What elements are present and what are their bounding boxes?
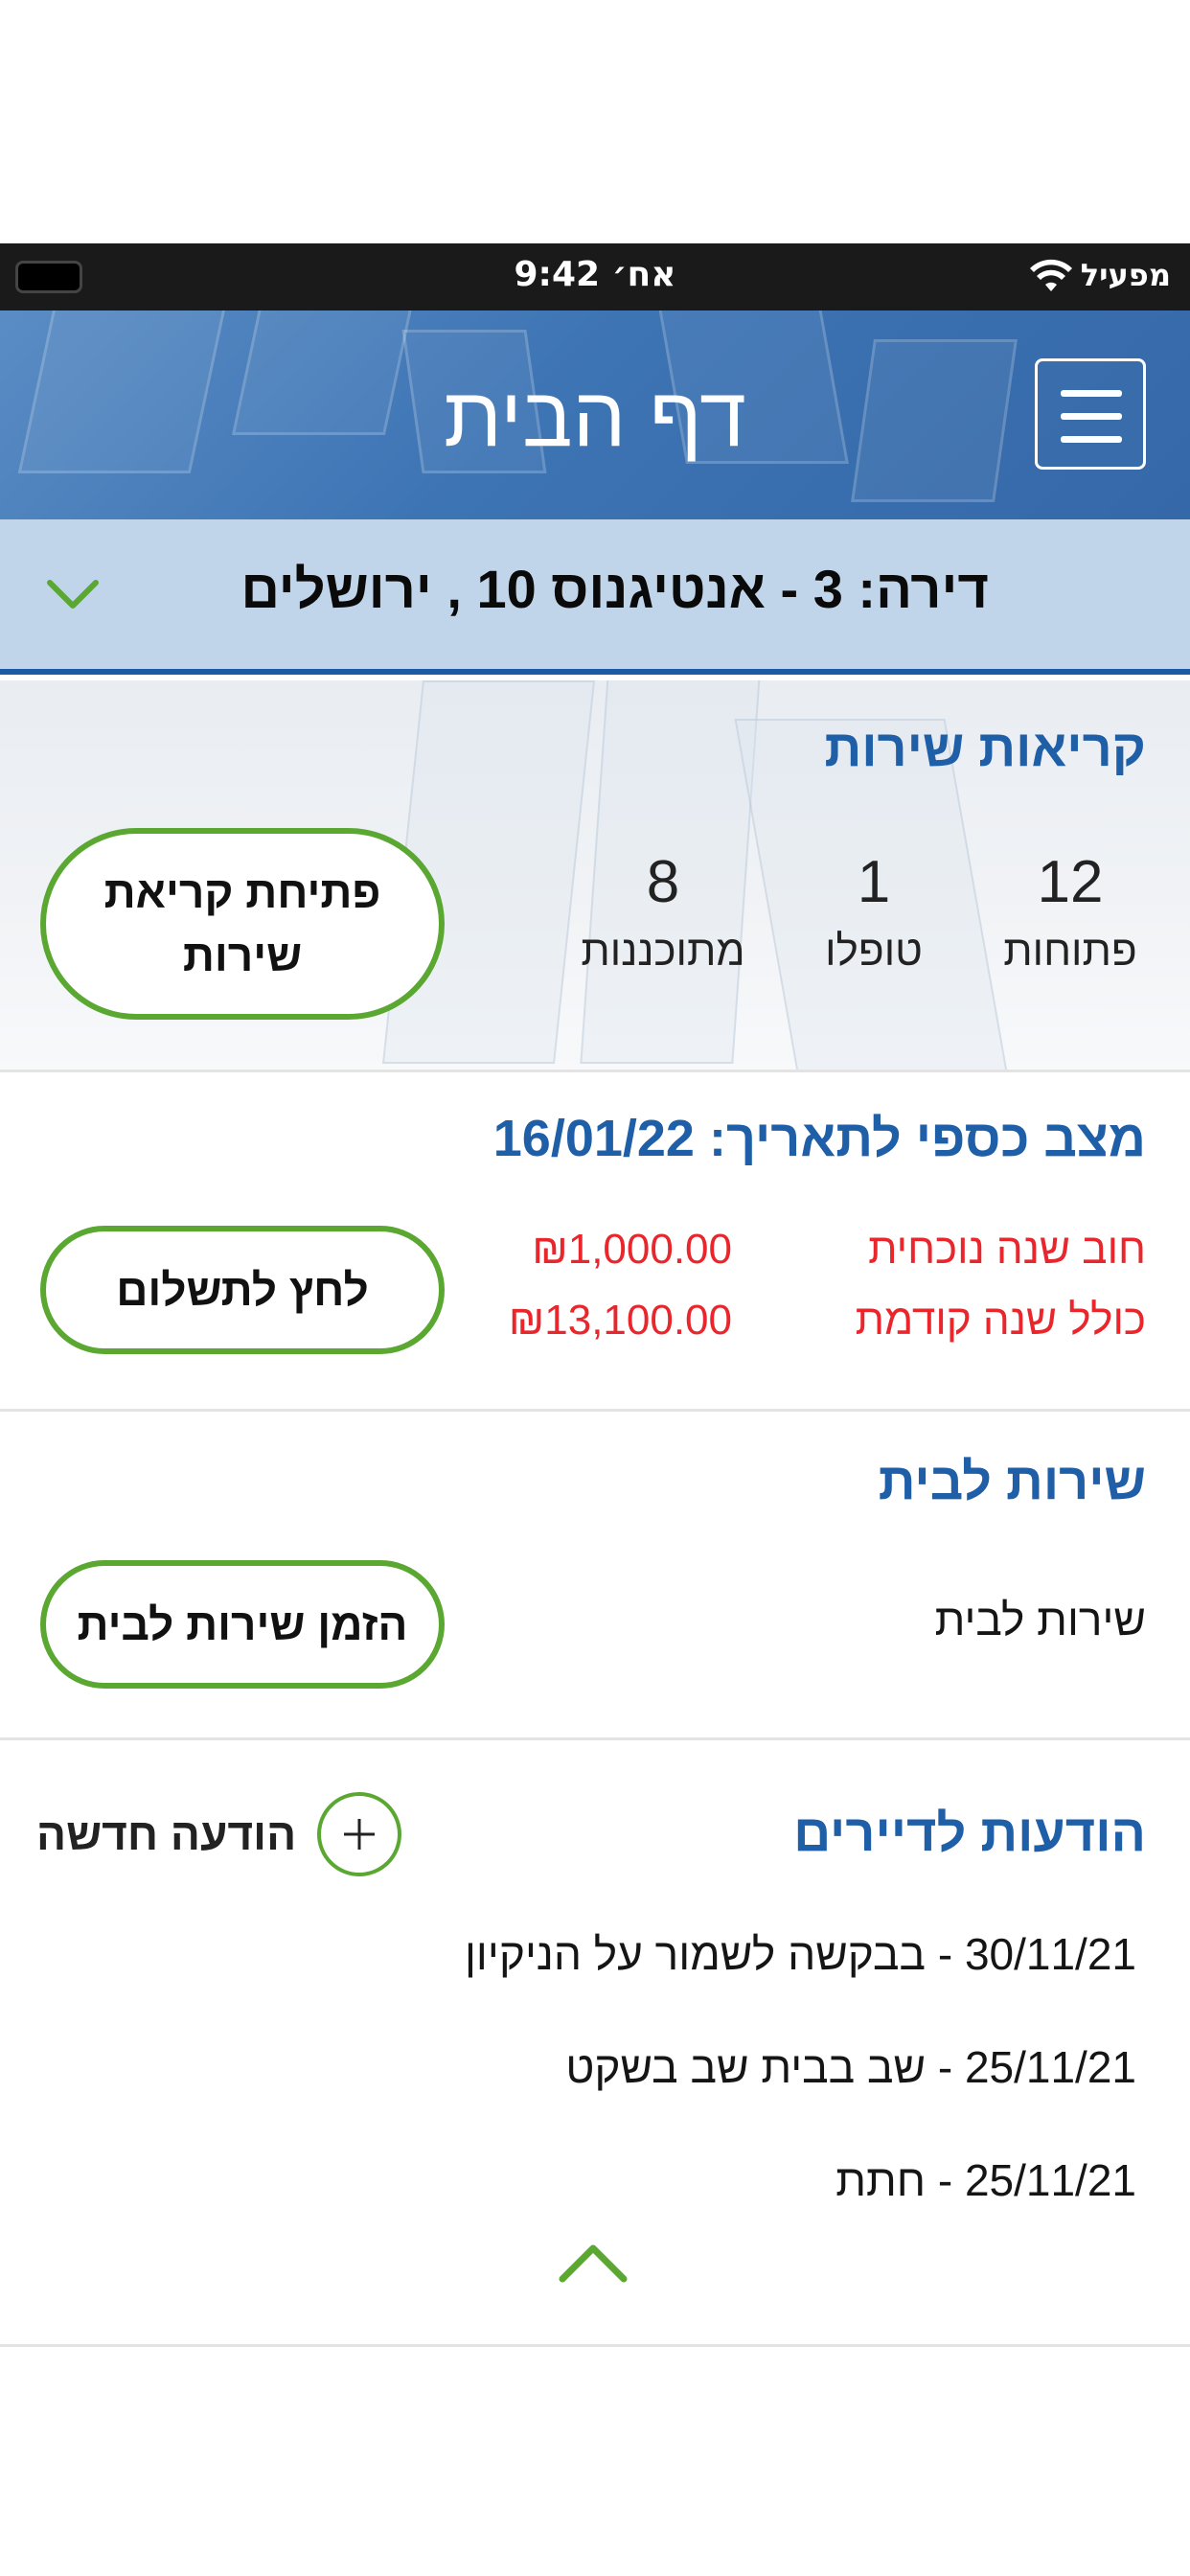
stat-planned-value: 8	[646, 849, 680, 915]
home-service-text: שירות לבית	[934, 1595, 1146, 1644]
status-bar: מפעיל 9:42 אח׳	[0, 243, 1190, 310]
messages-section: הודעות לדיירים הודעה חדשה 30/11/21 - בבק…	[0, 1740, 1190, 2344]
new-message-button[interactable]: הודעה חדשה	[36, 1788, 403, 1880]
hamburger-menu-icon-bar	[1061, 436, 1122, 443]
apartment-selector[interactable]: דירה: 3 - אנטיגנוס 10 , ירושלים	[0, 519, 1190, 675]
hamburger-menu-icon	[1061, 390, 1122, 397]
home-service-section: שירות לבית שירות לבית הזמן שירות לבית	[0, 1412, 1190, 1737]
order-home-service-label: הזמן שירות לבית	[77, 1599, 408, 1649]
message-item[interactable]: 25/11/21 - חתת	[835, 2154, 1136, 2206]
order-home-service-button[interactable]: הזמן שירות לבית	[40, 1560, 445, 1689]
hamburger-menu-button[interactable]	[1035, 358, 1146, 470]
message-item[interactable]: 30/11/21 - בבקשה לשמור על הניקיון	[465, 1928, 1136, 1980]
message-item[interactable]: 25/11/21 - שב בבית שב בשקט	[565, 2041, 1136, 2093]
app-header: דף הבית	[0, 310, 1190, 519]
stat-planned-label: מתוכננות	[581, 928, 745, 975]
stat-handled-value: 1	[857, 849, 891, 915]
chevron-down-icon[interactable]	[46, 575, 100, 613]
battery-icon	[15, 261, 82, 293]
stat-planned: 8 מתוכננות	[558, 848, 768, 976]
open-service-call-button[interactable]: פתיחת קריאת שירות	[40, 828, 445, 1020]
hamburger-menu-icon-bar	[1061, 413, 1122, 420]
divider	[0, 2344, 1190, 2347]
finance-current-label: חוב שנה נוכחית	[868, 1226, 1146, 1273]
finance-previous-label: כולל שנה קודמת	[855, 1297, 1146, 1344]
page-title: דף הבית	[444, 369, 746, 464]
pay-button-label: לחץ לתשלום	[116, 1265, 369, 1315]
plus-circle-icon	[317, 1792, 402, 1876]
finance-section: מצב כספי לתאריך: 16/01/22 חוב שנה נוכחית…	[0, 1072, 1190, 1408]
finance-current-amount: ₪1,000.00	[532, 1226, 732, 1273]
status-time: 9:42 אח׳	[514, 255, 676, 294]
chevron-up-icon[interactable]	[559, 2241, 628, 2283]
pay-button[interactable]: לחץ לתשלום	[40, 1226, 445, 1354]
stat-open: 12 פתוחות	[965, 848, 1176, 976]
service-calls-title: קריאות שירות	[824, 720, 1146, 777]
apartment-label: דירה: 3 - אנטיגנוס 10 , ירושלים	[240, 559, 989, 619]
stat-open-label: פתוחות	[1003, 928, 1137, 975]
finance-previous-amount: ₪13,100.00	[508, 1297, 732, 1344]
open-service-call-line2: שירות	[182, 931, 303, 980]
new-message-label: הודעה חדשה	[36, 1809, 297, 1859]
open-service-call-line1: פתיחת קריאת	[103, 867, 381, 917]
finance-title: מצב כספי לתאריך: 16/01/22	[492, 1110, 1146, 1167]
messages-title: הודעות לדיירים	[793, 1805, 1146, 1862]
home-service-title: שירות לבית	[878, 1453, 1146, 1510]
service-calls-section: קריאות שירות 12 פתוחות 1 טופלו 8 מתוכננו…	[0, 680, 1190, 1071]
stat-handled: 1 טופלו	[768, 848, 979, 976]
stat-open-value: 12	[1037, 849, 1104, 915]
stat-handled-label: טופלו	[825, 928, 923, 975]
